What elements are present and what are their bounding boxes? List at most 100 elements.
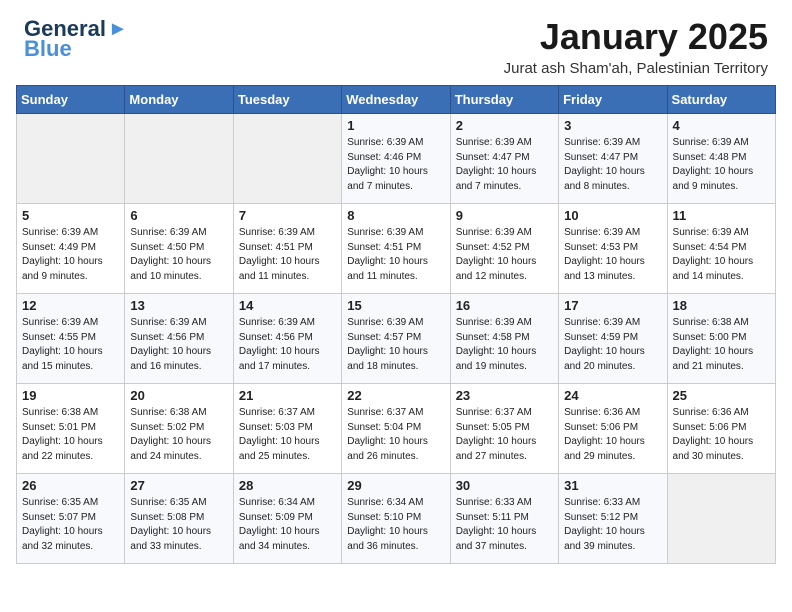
calendar-cell: 24 Sunrise: 6:36 AM Sunset: 5:06 PM Dayli… xyxy=(559,384,667,474)
day-number: 5 xyxy=(22,208,119,223)
day-number: 28 xyxy=(239,478,336,493)
day-number: 7 xyxy=(239,208,336,223)
logo-bird-icon: ► xyxy=(108,18,128,41)
calendar-cell: 23 Sunrise: 6:37 AM Sunset: 5:05 PM Dayli… xyxy=(450,384,558,474)
day-number: 1 xyxy=(347,118,444,133)
day-number: 26 xyxy=(22,478,119,493)
calendar-cell: 13 Sunrise: 6:39 AM Sunset: 4:56 PM Dayli… xyxy=(125,294,233,384)
calendar-cell: 6 Sunrise: 6:39 AM Sunset: 4:50 PM Daylig… xyxy=(125,204,233,294)
calendar-cell xyxy=(125,114,233,204)
calendar-cell: 22 Sunrise: 6:37 AM Sunset: 5:04 PM Dayli… xyxy=(342,384,450,474)
month-title: January 2025 xyxy=(504,16,768,58)
day-number: 15 xyxy=(347,298,444,313)
day-info: Sunrise: 6:38 AM Sunset: 5:01 PM Dayligh… xyxy=(22,406,119,464)
week-row-3: 12 Sunrise: 6:39 AM Sunset: 4:55 PM Dayli… xyxy=(17,294,776,384)
page-header: General ► Blue January 2025 Jurat ash Sh… xyxy=(0,0,792,85)
day-info: Sunrise: 6:39 AM Sunset: 4:57 PM Dayligh… xyxy=(347,316,444,374)
day-number: 6 xyxy=(130,208,227,223)
day-info: Sunrise: 6:39 AM Sunset: 4:46 PM Dayligh… xyxy=(347,136,444,194)
day-info: Sunrise: 6:36 AM Sunset: 5:06 PM Dayligh… xyxy=(564,406,661,464)
calendar-cell: 4 Sunrise: 6:39 AM Sunset: 4:48 PM Daylig… xyxy=(667,114,775,204)
day-number: 25 xyxy=(673,388,770,403)
week-row-2: 5 Sunrise: 6:39 AM Sunset: 4:49 PM Daylig… xyxy=(17,204,776,294)
calendar-cell: 15 Sunrise: 6:39 AM Sunset: 4:57 PM Dayli… xyxy=(342,294,450,384)
day-info: Sunrise: 6:37 AM Sunset: 5:05 PM Dayligh… xyxy=(456,406,553,464)
calendar-cell: 29Sunrise: 6:34 AM Sunset: 5:10 PM Dayli… xyxy=(342,474,450,564)
day-info: Sunrise: 6:39 AM Sunset: 4:50 PM Dayligh… xyxy=(130,226,227,284)
day-number: 19 xyxy=(22,388,119,403)
calendar-cell xyxy=(667,474,775,564)
calendar-cell: 8 Sunrise: 6:39 AM Sunset: 4:51 PM Daylig… xyxy=(342,204,450,294)
calendar-cell: 31 Sunrise: 6:33 AM Sunset: 5:12 PM Dayli… xyxy=(559,474,667,564)
calendar-cell: 11 Sunrise: 6:39 AM Sunset: 4:54 PM Dayli… xyxy=(667,204,775,294)
day-number: 31 xyxy=(564,478,661,493)
day-number: 29 xyxy=(347,478,444,493)
calendar-cell: 21 Sunrise: 6:37 AM Sunset: 5:03 PM Dayli… xyxy=(233,384,341,474)
week-row-4: 19 Sunrise: 6:38 AM Sunset: 5:01 PM Dayli… xyxy=(17,384,776,474)
header-day-friday: Friday xyxy=(559,86,667,114)
header-day-tuesday: Tuesday xyxy=(233,86,341,114)
day-info: Sunrise: 6:33 AM Sunset: 5:11 PM Dayligh… xyxy=(456,496,553,554)
calendar-cell: 5 Sunrise: 6:39 AM Sunset: 4:49 PM Daylig… xyxy=(17,204,125,294)
day-info: Sunrise: 6:39 AM Sunset: 4:51 PM Dayligh… xyxy=(347,226,444,284)
calendar-cell: 7 Sunrise: 6:39 AM Sunset: 4:51 PM Daylig… xyxy=(233,204,341,294)
day-number: 24 xyxy=(564,388,661,403)
day-number: 2 xyxy=(456,118,553,133)
day-number: 18 xyxy=(673,298,770,313)
day-info: Sunrise: 6:34 AM Sunset: 5:09 PM Dayligh… xyxy=(239,496,336,554)
day-number: 30 xyxy=(456,478,553,493)
calendar-cell: 12 Sunrise: 6:39 AM Sunset: 4:55 PM Dayli… xyxy=(17,294,125,384)
day-info: Sunrise: 6:37 AM Sunset: 5:03 PM Dayligh… xyxy=(239,406,336,464)
logo: General ► Blue xyxy=(24,16,128,62)
day-info: Sunrise: 6:33 AM Sunset: 5:12 PM Dayligh… xyxy=(564,496,661,554)
day-number: 22 xyxy=(347,388,444,403)
day-info: Sunrise: 6:38 AM Sunset: 5:02 PM Dayligh… xyxy=(130,406,227,464)
calendar-cell: 1 Sunrise: 6:39 AM Sunset: 4:46 PM Daylig… xyxy=(342,114,450,204)
day-number: 27 xyxy=(130,478,227,493)
day-info: Sunrise: 6:39 AM Sunset: 4:52 PM Dayligh… xyxy=(456,226,553,284)
day-info: Sunrise: 6:37 AM Sunset: 5:04 PM Dayligh… xyxy=(347,406,444,464)
day-number: 20 xyxy=(130,388,227,403)
calendar-cell: 25Sunrise: 6:36 AM Sunset: 5:06 PM Dayli… xyxy=(667,384,775,474)
day-number: 10 xyxy=(564,208,661,223)
day-info: Sunrise: 6:39 AM Sunset: 4:49 PM Dayligh… xyxy=(22,226,119,284)
calendar-cell: 19 Sunrise: 6:38 AM Sunset: 5:01 PM Dayli… xyxy=(17,384,125,474)
day-number: 21 xyxy=(239,388,336,403)
day-info: Sunrise: 6:39 AM Sunset: 4:55 PM Dayligh… xyxy=(22,316,119,374)
day-number: 8 xyxy=(347,208,444,223)
day-info: Sunrise: 6:39 AM Sunset: 4:47 PM Dayligh… xyxy=(456,136,553,194)
calendar-cell: 14Sunrise: 6:39 AM Sunset: 4:56 PM Dayli… xyxy=(233,294,341,384)
day-info: Sunrise: 6:35 AM Sunset: 5:08 PM Dayligh… xyxy=(130,496,227,554)
title-block: January 2025 Jurat ash Sham'ah, Palestin… xyxy=(504,16,768,77)
header-day-wednesday: Wednesday xyxy=(342,86,450,114)
calendar-cell: 20 Sunrise: 6:38 AM Sunset: 5:02 PM Dayli… xyxy=(125,384,233,474)
calendar: SundayMondayTuesdayWednesdayThursdayFrid… xyxy=(0,85,792,580)
day-info: Sunrise: 6:39 AM Sunset: 4:53 PM Dayligh… xyxy=(564,226,661,284)
day-number: 3 xyxy=(564,118,661,133)
day-info: Sunrise: 6:39 AM Sunset: 4:56 PM Dayligh… xyxy=(130,316,227,374)
day-info: Sunrise: 6:39 AM Sunset: 4:54 PM Dayligh… xyxy=(673,226,770,284)
day-number: 11 xyxy=(673,208,770,223)
calendar-cell: 28 Sunrise: 6:34 AM Sunset: 5:09 PM Dayli… xyxy=(233,474,341,564)
day-number: 4 xyxy=(673,118,770,133)
day-info: Sunrise: 6:38 AM Sunset: 5:00 PM Dayligh… xyxy=(673,316,770,374)
week-row-1: 1 Sunrise: 6:39 AM Sunset: 4:46 PM Daylig… xyxy=(17,114,776,204)
day-number: 12 xyxy=(22,298,119,313)
day-number: 23 xyxy=(456,388,553,403)
day-number: 16 xyxy=(456,298,553,313)
calendar-table: SundayMondayTuesdayWednesdayThursdayFrid… xyxy=(16,85,776,564)
header-day-saturday: Saturday xyxy=(667,86,775,114)
calendar-cell: 26Sunrise: 6:35 AM Sunset: 5:07 PM Dayli… xyxy=(17,474,125,564)
location-text: Jurat ash Sham'ah, Palestinian Territory xyxy=(504,60,768,77)
calendar-header-row: SundayMondayTuesdayWednesdayThursdayFrid… xyxy=(17,86,776,114)
day-number: 14 xyxy=(239,298,336,313)
day-info: Sunrise: 6:39 AM Sunset: 4:47 PM Dayligh… xyxy=(564,136,661,194)
calendar-cell: 16Sunrise: 6:39 AM Sunset: 4:58 PM Dayli… xyxy=(450,294,558,384)
calendar-cell xyxy=(233,114,341,204)
day-info: Sunrise: 6:39 AM Sunset: 4:51 PM Dayligh… xyxy=(239,226,336,284)
day-info: Sunrise: 6:39 AM Sunset: 4:48 PM Dayligh… xyxy=(673,136,770,194)
header-day-monday: Monday xyxy=(125,86,233,114)
day-number: 13 xyxy=(130,298,227,313)
header-day-sunday: Sunday xyxy=(17,86,125,114)
calendar-cell: 10 Sunrise: 6:39 AM Sunset: 4:53 PM Dayli… xyxy=(559,204,667,294)
